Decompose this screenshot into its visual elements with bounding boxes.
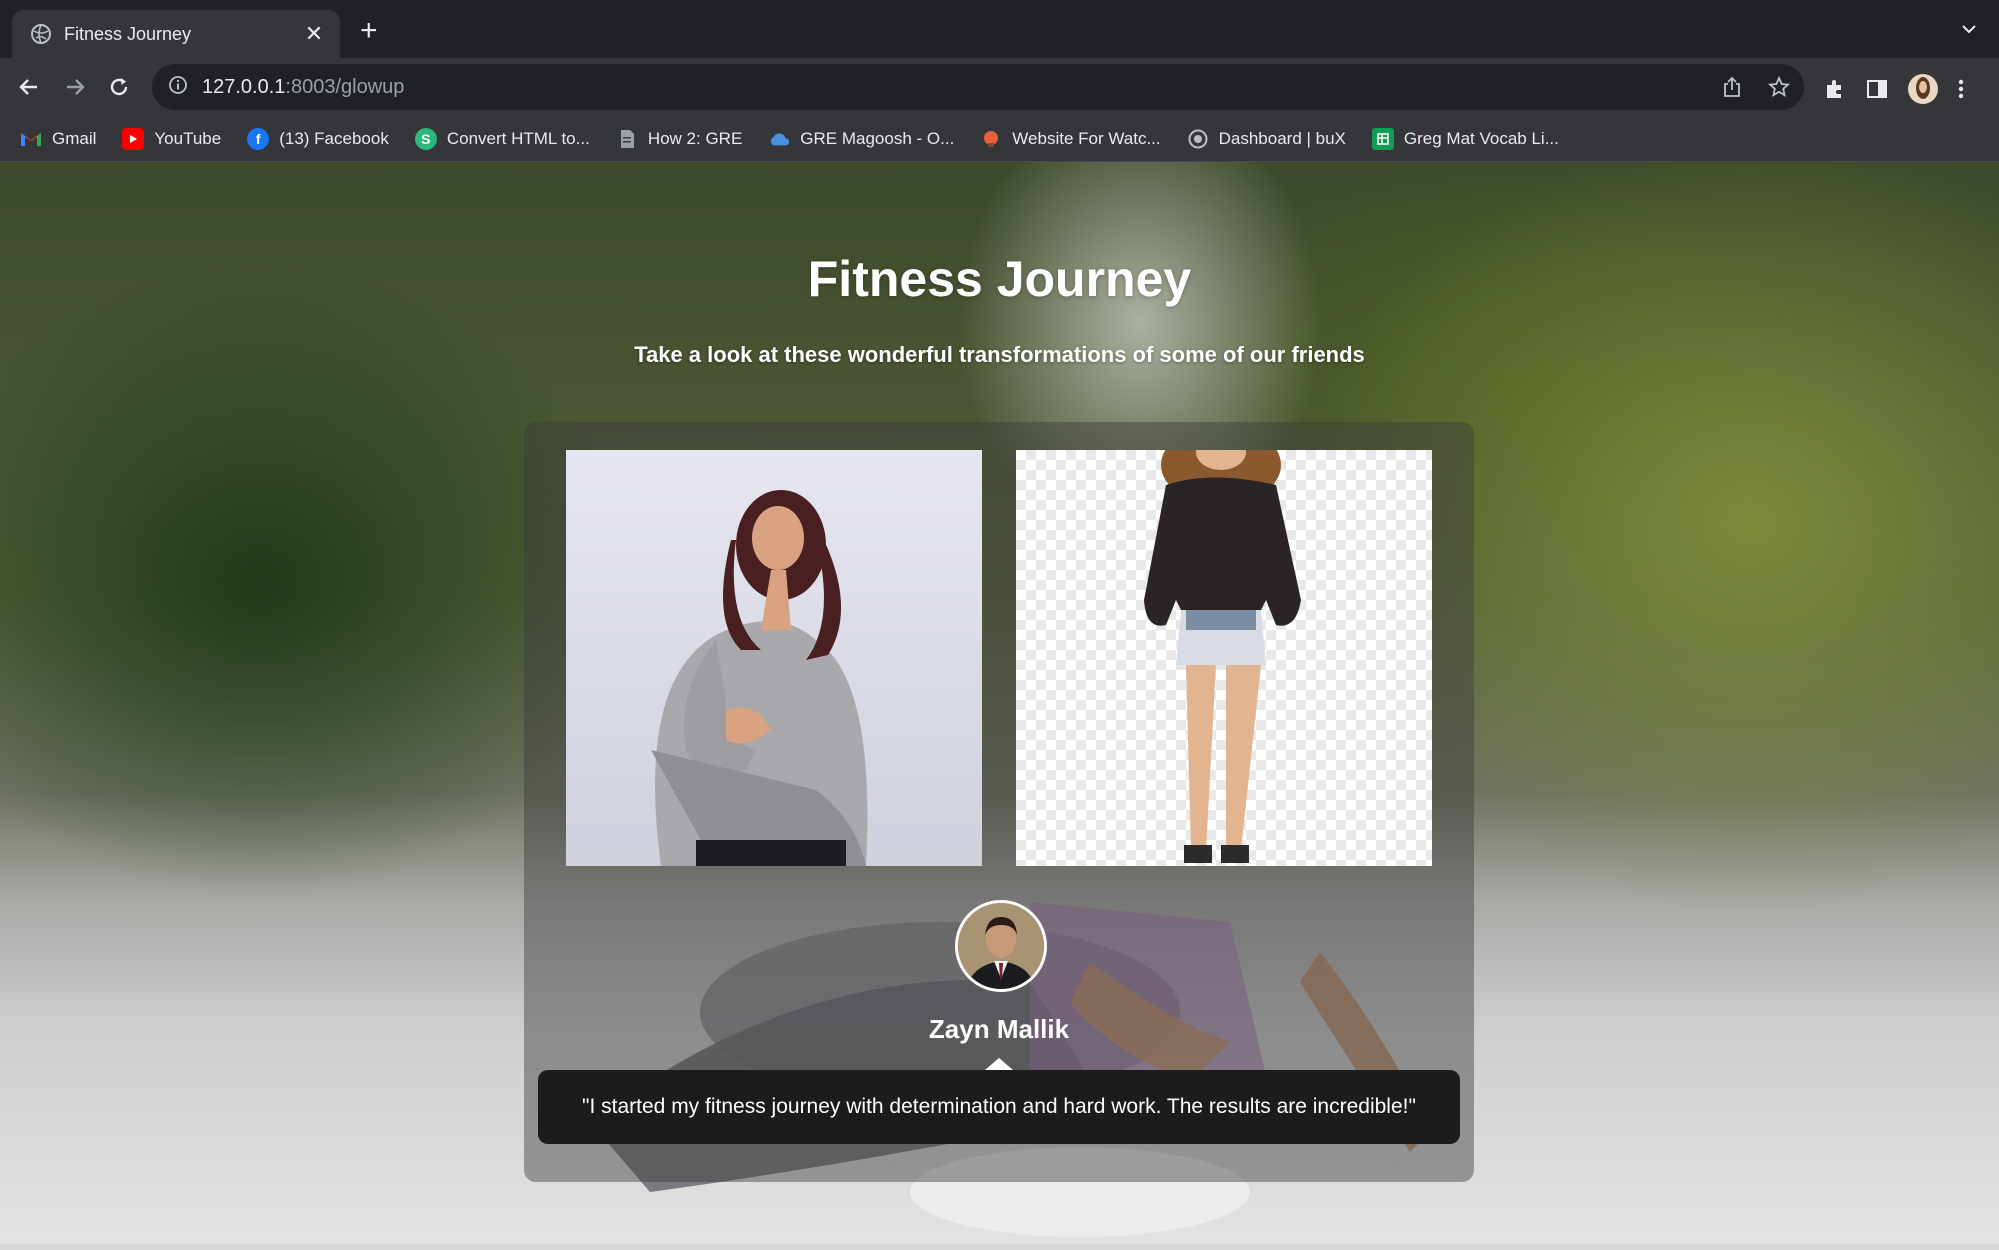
share-icon[interactable] [1722, 76, 1742, 103]
side-panel-icon[interactable] [1866, 78, 1888, 105]
dashboard-icon [1187, 128, 1209, 150]
bookmark-youtube[interactable]: YouTube [122, 127, 222, 150]
profile-avatar[interactable] [1908, 74, 1938, 109]
bookmark-label: How 2: GRE [647, 128, 743, 148]
bookmark-how2-gre[interactable]: How 2: GRE [616, 128, 742, 150]
bookmarks-bar: Gmail YouTube f (13) Facebook S Convert … [0, 116, 1999, 162]
globe-icon [30, 23, 52, 45]
before-photo [566, 450, 982, 866]
avatar [955, 900, 1047, 992]
bookmark-star-icon[interactable] [1767, 75, 1791, 103]
bookmark-website-for-watch[interactable]: Website For Watc... [980, 128, 1161, 150]
speech-bubble-arrow [985, 1058, 1013, 1070]
url-text: 127.0.0.1:8003/glowup [202, 76, 404, 99]
bookmark-label: YouTube [154, 128, 222, 148]
page-title: Fitness Journey [807, 251, 1192, 307]
extensions-icon[interactable] [1824, 78, 1846, 105]
back-arrow-icon[interactable] [16, 74, 42, 100]
bookmark-greg-mat-vocab[interactable]: Greg Mat Vocab Li... [1371, 127, 1559, 150]
gmail-icon [20, 128, 42, 150]
website-icon [980, 128, 1002, 150]
after-photo [1016, 450, 1432, 866]
facebook-icon: f [247, 127, 270, 150]
tab-title: Fitness Journey [64, 23, 192, 44]
bookmark-gmail[interactable]: Gmail [20, 128, 96, 150]
bookmark-label: GRE Magoosh - O... [800, 128, 955, 148]
convert-icon: S [414, 127, 437, 150]
new-tab-button[interactable]: + [360, 16, 378, 46]
page-bottom-edge [0, 1244, 1999, 1250]
bookmark-facebook[interactable]: f (13) Facebook [247, 127, 389, 150]
info-icon[interactable] [168, 75, 188, 100]
bookmark-label: Greg Mat Vocab Li... [1403, 128, 1559, 148]
testimonial-quote: "I started my fitness journey with deter… [538, 1070, 1460, 1144]
active-tab[interactable]: Fitness Journey ✕ [12, 10, 340, 58]
forward-arrow-icon[interactable] [62, 74, 88, 100]
bookmark-label: Gmail [52, 128, 97, 148]
cloud-icon [768, 128, 790, 150]
address-bar[interactable]: 127.0.0.1:8003/glowup [152, 64, 1804, 110]
sheets-icon [1371, 127, 1394, 150]
friend-name: Zayn Mallik [928, 1014, 1070, 1044]
page-viewport: Fitness Journey Take a look at these won… [0, 162, 1999, 1250]
youtube-icon [122, 127, 145, 150]
url-path: :8003/glowup [285, 75, 405, 98]
url-host: 127.0.0.1 [202, 75, 286, 98]
close-icon[interactable]: ✕ [302, 21, 326, 47]
document-icon [616, 128, 638, 150]
bookmark-convert-html[interactable]: S Convert HTML to... [414, 127, 590, 150]
tab-strip: Fitness Journey ✕ + [0, 0, 1999, 58]
chevron-down-icon[interactable] [1961, 22, 1977, 40]
page-subtitle: Take a look at these wonderful transform… [634, 342, 1365, 367]
browser-toolbar: 127.0.0.1:8003/glowup [0, 58, 1999, 116]
bookmark-label: Dashboard | buX [1218, 128, 1346, 148]
reload-icon[interactable] [106, 74, 132, 100]
bookmark-gre-magoosh[interactable]: GRE Magoosh - O... [768, 128, 954, 150]
bookmark-label: (13) Facebook [279, 128, 389, 148]
more-options-icon[interactable] [1958, 78, 1964, 105]
bookmark-label: Convert HTML to... [446, 128, 590, 148]
bookmark-dashboard-bux[interactable]: Dashboard | buX [1187, 128, 1346, 150]
transformation-card: Zayn Mallik "I started my fitness journe… [524, 422, 1474, 1182]
bookmark-label: Website For Watc... [1012, 128, 1161, 148]
